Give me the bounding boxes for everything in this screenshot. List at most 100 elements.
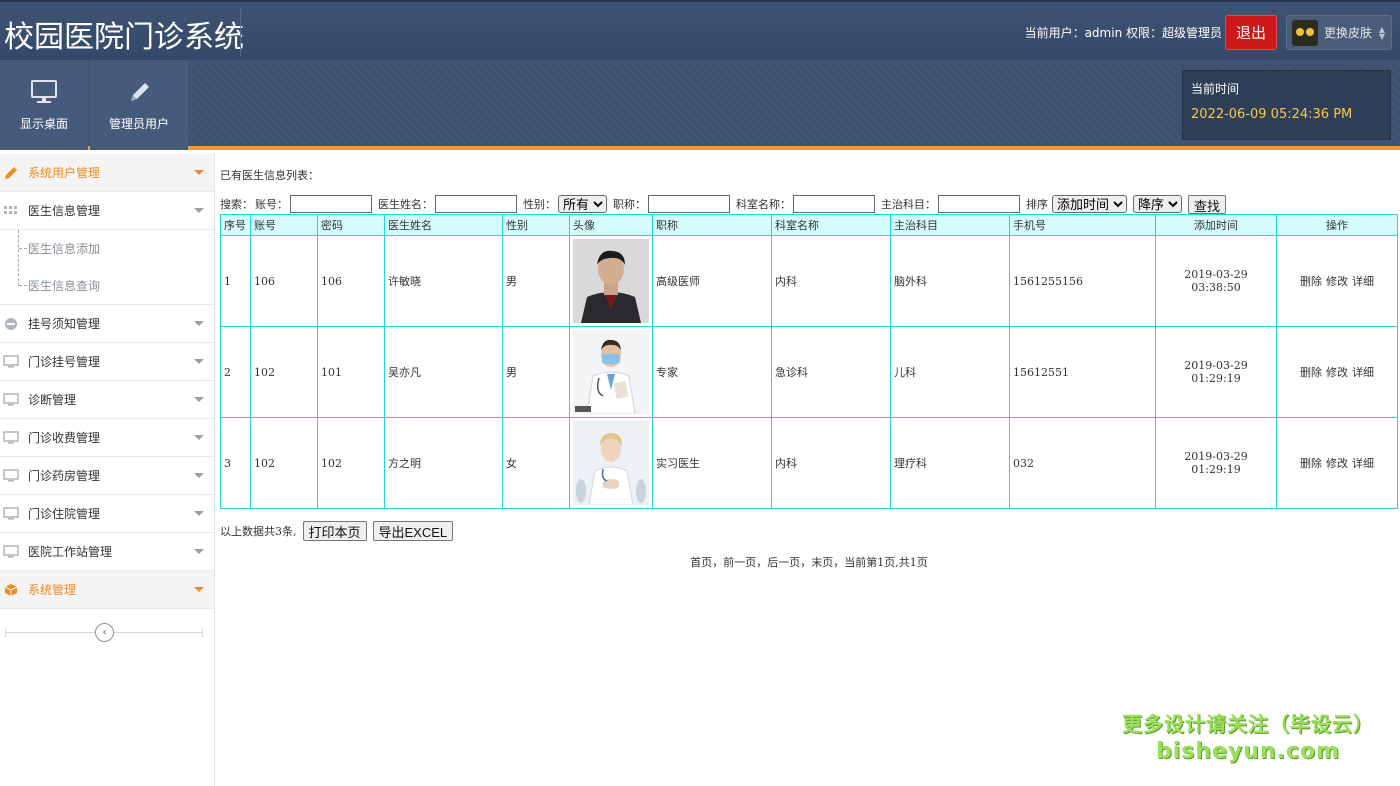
edit-link[interactable]: 修改 <box>1326 366 1348 379</box>
sidebar-item-label: 系统用户管理 <box>28 166 101 180</box>
cell-password: 102 <box>317 417 385 509</box>
sidebar-item-system-admin[interactable]: 系统管理 <box>0 571 214 609</box>
list-title: 已有医生信息列表： <box>220 169 319 182</box>
cell-ops: 删除 修改 详细 <box>1276 417 1398 509</box>
sidebar-collapse-button[interactable]: ‹ <box>95 623 114 642</box>
chevron-down-icon <box>194 208 204 213</box>
sidebar-item-registration-notice[interactable]: 挂号须知管理 <box>0 305 214 343</box>
cell-account: 102 <box>250 417 318 509</box>
sidebar-item-system-users[interactable]: 系统用户管理 <box>0 154 214 192</box>
sidebar-item-pharmacy[interactable]: 门诊药房管理 <box>0 457 214 495</box>
chevron-down-icon <box>194 587 204 592</box>
grid-icon <box>3 204 19 218</box>
sidebar-item-workstation[interactable]: 医院工作站管理 <box>0 533 214 571</box>
column-header: 密码 <box>317 214 385 236</box>
app-title: 校园医院门诊系统 <box>4 20 244 55</box>
cell-gender: 女 <box>502 417 570 509</box>
logout-button[interactable]: 退出 <box>1225 15 1277 50</box>
table-header-row: 序号 账号 密码 医生姓名 性别 头像 职称 科室名称 主治科目 手机号 添加时… <box>220 214 1398 236</box>
delete-link[interactable]: 删除 <box>1300 457 1322 470</box>
sidebar-item-label: 挂号须知管理 <box>28 317 101 331</box>
column-header: 添加时间 <box>1155 214 1277 236</box>
cell-dept: 内科 <box>771 235 891 327</box>
watermark-line1: 更多设计请关注（毕设云） <box>1122 712 1374 736</box>
subject-input[interactable] <box>938 195 1020 213</box>
monitor-icon <box>3 507 19 521</box>
doctor-name-input[interactable] <box>435 195 517 213</box>
current-time-value: 2022-06-09 05:24:36 PM <box>1191 107 1353 122</box>
current-time-label: 当前时间 <box>1191 82 1240 96</box>
change-skin-select[interactable]: 更换皮肤 ▲ ▼ <box>1286 15 1392 50</box>
table-footer: 以上数据共3条, 打印本页 导出EXCEL <box>220 521 454 541</box>
column-header: 主治科目 <box>890 214 1010 236</box>
skin-preview-icon <box>1292 19 1318 46</box>
column-header: 头像 <box>569 214 653 236</box>
print-page-button[interactable]: 打印本页 <box>302 521 367 541</box>
top-header: 校园医院门诊系统 当前用户：admin 权限：超级管理员 退出 更换皮肤 ▲ ▼ <box>0 0 1400 60</box>
cell-phone: 15612551 <box>1009 326 1156 418</box>
monitor-icon <box>3 469 19 483</box>
monitor-icon <box>31 79 57 103</box>
cell-phone: 032 <box>1009 417 1156 509</box>
monitor-icon <box>3 393 19 407</box>
search-bar: 搜索： 账号： 医生姓名： 性别： 所有 职称： 科室名称： 主治科目： 排序 … <box>220 194 1398 214</box>
cell-no: 3 <box>220 417 251 509</box>
dept-input[interactable] <box>793 195 875 213</box>
detail-link[interactable]: 详细 <box>1352 366 1374 379</box>
cell-gender: 男 <box>502 326 570 418</box>
sidebar-item-label: 医院工作站管理 <box>28 545 113 559</box>
cell-ops: 删除 修改 详细 <box>1276 235 1398 327</box>
doctor-name-label: 医生姓名： <box>378 198 433 211</box>
column-header: 性别 <box>502 214 570 236</box>
cell-gender: 男 <box>502 235 570 327</box>
edit-link[interactable]: 修改 <box>1326 457 1348 470</box>
cell-dept: 内科 <box>771 417 891 509</box>
monitor-icon <box>3 431 19 445</box>
cell-avatar <box>569 235 653 327</box>
sidebar-item-doctor-info[interactable]: 医生信息管理 <box>0 192 214 230</box>
sidebar-item-diagnosis[interactable]: 诊断管理 <box>0 381 214 419</box>
chevron-down-icon <box>194 511 204 516</box>
doctor-info-submenu: 医生信息添加 医生信息查询 <box>0 230 214 305</box>
sidebar-item-hospitalization[interactable]: 门诊住院管理 <box>0 495 214 533</box>
cell-title: 专家 <box>652 326 772 418</box>
cell-title: 高级医师 <box>652 235 772 327</box>
cell-dept: 急诊科 <box>771 326 891 418</box>
column-header: 手机号 <box>1009 214 1156 236</box>
submenu-item-query-doctor[interactable]: 医生信息查询 <box>0 267 214 304</box>
edit-link[interactable]: 修改 <box>1326 275 1348 288</box>
sidebar-item-label: 诊断管理 <box>28 393 77 407</box>
column-header: 医生姓名 <box>384 214 503 236</box>
show-desktop-label: 显示桌面 <box>19 116 68 131</box>
sidebar-item-outpatient-fees[interactable]: 门诊收费管理 <box>0 419 214 457</box>
chevron-left-icon: ‹ <box>102 627 107 638</box>
chevron-down-icon <box>194 397 204 402</box>
table-row: 3 102 102 方之明 女 实习医生 内科 理疗科 032 2019-03-… <box>220 417 1398 509</box>
export-excel-button[interactable]: 导出EXCEL <box>372 521 454 541</box>
title-divider <box>240 8 241 56</box>
admin-user-label: 管理员用户 <box>108 116 169 131</box>
column-header: 科室名称 <box>771 214 891 236</box>
pagination[interactable]: 首页，前一页，后一页，末页，当前第1页,共1页 <box>220 554 1398 570</box>
detail-link[interactable]: 详细 <box>1352 275 1374 288</box>
gender-select[interactable]: 所有 <box>558 195 607 213</box>
table-row: 1 106 106 许敏晓 男 高级医师 内科 脑外科 1561255156 2… <box>220 235 1398 327</box>
toolbar-band: 显示桌面 管理员用户 当前时间 2022-06-09 05:24:36 PM <box>0 60 1400 150</box>
sidebar-item-outpatient-registration[interactable]: 门诊挂号管理 <box>0 343 214 381</box>
cell-ops: 删除 修改 详细 <box>1276 326 1398 418</box>
search-button[interactable]: 查找 <box>1188 194 1227 214</box>
detail-link[interactable]: 详细 <box>1352 457 1374 470</box>
cell-phone: 1561255156 <box>1009 235 1156 327</box>
column-header: 账号 <box>250 214 318 236</box>
table-row: 2 102 101 吴亦凡 男 专家 急诊科 儿科 15612551 2019-… <box>220 326 1398 418</box>
submenu-item-add-doctor[interactable]: 医生信息添加 <box>0 230 214 267</box>
show-desktop-button[interactable]: 显示桌面 <box>0 60 88 150</box>
delete-link[interactable]: 删除 <box>1300 275 1322 288</box>
admin-user-button[interactable]: 管理员用户 <box>90 60 188 150</box>
sort-field-select[interactable]: 添加时间 <box>1052 195 1127 213</box>
title-input[interactable] <box>648 195 730 213</box>
updown-arrows-icon: ▲ ▼ <box>1378 25 1385 41</box>
account-input[interactable] <box>290 195 372 213</box>
sort-order-select[interactable]: 降序 <box>1133 195 1182 213</box>
delete-link[interactable]: 删除 <box>1300 366 1322 379</box>
